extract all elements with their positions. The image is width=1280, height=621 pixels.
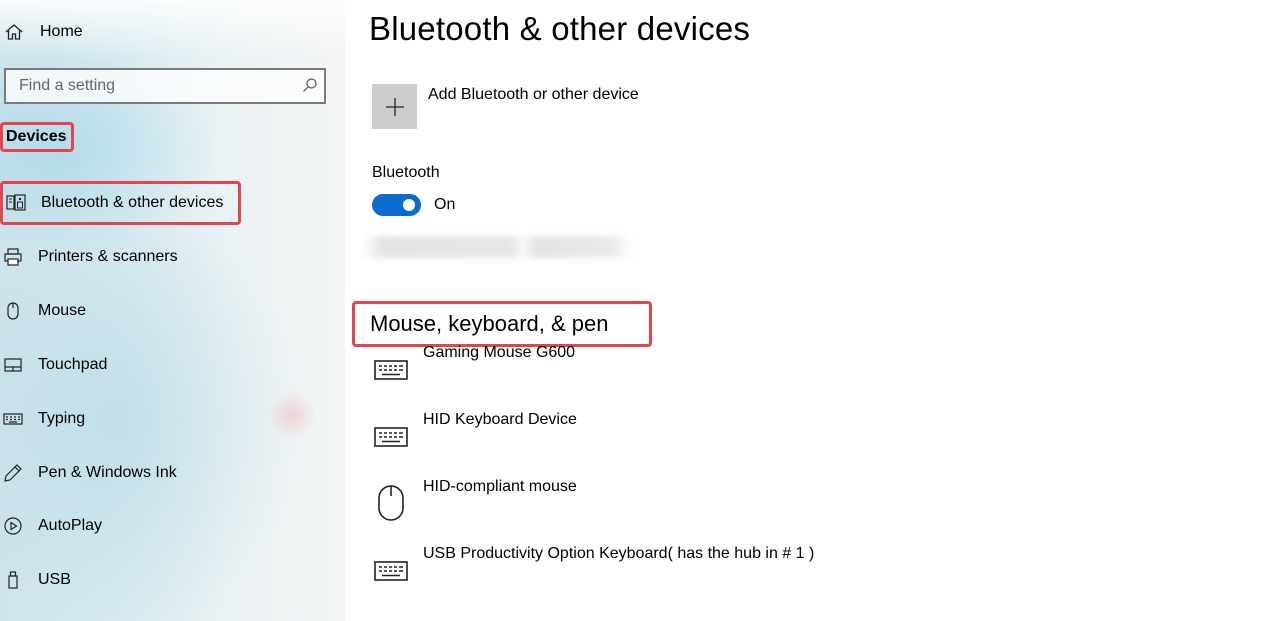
- pen-icon: [2, 462, 24, 484]
- sidebar-item-printers[interactable]: Printers & scanners: [0, 237, 178, 277]
- mouse-icon: [372, 484, 410, 522]
- bluetooth-devices-icon: [5, 192, 27, 214]
- section-heading-mouse-keyboard-pen: Mouse, keyboard, & pen: [352, 301, 652, 347]
- bluetooth-toggle[interactable]: [372, 194, 421, 216]
- home-icon: [2, 20, 26, 44]
- home-label: Home: [40, 23, 83, 40]
- device-item[interactable]: HID Keyboard Device: [372, 411, 1072, 467]
- device-item[interactable]: Gaming Mouse G600: [372, 344, 1072, 400]
- sidebar-item-pen[interactable]: Pen & Windows Ink: [0, 453, 177, 493]
- search-icon[interactable]: [302, 77, 318, 93]
- add-device-label[interactable]: Add Bluetooth or other device: [428, 86, 639, 104]
- sidebar-item-label: Mouse: [38, 302, 87, 319]
- sidebar-item-label: Typing: [38, 410, 86, 427]
- device-name: HID Keyboard Device: [423, 411, 577, 428]
- blurred-status-text: [362, 236, 632, 258]
- device-name: HID-compliant mouse: [423, 478, 577, 495]
- sidebar-item-label: Touchpad: [38, 356, 108, 373]
- plus-icon[interactable]: [372, 84, 417, 129]
- sidebar-item-typing[interactable]: Typing: [0, 399, 85, 439]
- toggle-knob: [403, 199, 415, 211]
- device-name: Gaming Mouse G600: [423, 344, 576, 361]
- printer-icon: [2, 246, 24, 268]
- sidebar-item-label: USB: [38, 571, 71, 588]
- sidebar-item-usb[interactable]: USB: [0, 560, 71, 600]
- bluetooth-label: Bluetooth: [372, 164, 440, 181]
- search-box[interactable]: [4, 68, 326, 104]
- add-device-button[interactable]: Add Bluetooth or other device: [372, 84, 639, 129]
- mouse-icon: [2, 300, 24, 322]
- search-input[interactable]: [17, 76, 291, 96]
- sidebar-item-mouse[interactable]: Mouse: [0, 291, 86, 331]
- keyboard-icon: [2, 408, 24, 430]
- device-item[interactable]: USB Productivity Option Keyboard( has th…: [372, 545, 1072, 601]
- usb-icon: [2, 569, 24, 591]
- keyboard-icon: [372, 417, 410, 455]
- sidebar-item-label: Pen & Windows Ink: [38, 464, 177, 481]
- section-label-devices: Devices: [0, 122, 74, 152]
- keyboard-icon: [372, 551, 410, 589]
- sidebar: Home Devices Bluetooth & other devices P…: [0, 0, 345, 621]
- bluetooth-toggle-row: On: [372, 194, 455, 216]
- sidebar-item-autoplay[interactable]: AutoPlay: [0, 506, 102, 546]
- device-item[interactable]: HID-compliant mouse: [372, 478, 1072, 534]
- main-content: Bluetooth & other devices Add Bluetooth …: [345, 0, 1280, 621]
- touchpad-icon: [2, 354, 24, 376]
- device-name: USB Productivity Option Keyboard( has th…: [423, 545, 815, 562]
- page-title: Bluetooth & other devices: [369, 10, 751, 47]
- bluetooth-state: On: [434, 196, 456, 213]
- sidebar-item-label: Printers & scanners: [38, 248, 178, 265]
- sidebar-item-label: AutoPlay: [38, 517, 103, 534]
- autoplay-icon: [2, 515, 24, 537]
- sidebar-item-bluetooth[interactable]: Bluetooth & other devices: [0, 181, 241, 225]
- sidebar-item-touchpad[interactable]: Touchpad: [0, 345, 107, 385]
- keyboard-icon: [372, 350, 410, 388]
- sidebar-item-label: Bluetooth & other devices: [41, 194, 224, 211]
- home-link[interactable]: Home: [0, 16, 83, 48]
